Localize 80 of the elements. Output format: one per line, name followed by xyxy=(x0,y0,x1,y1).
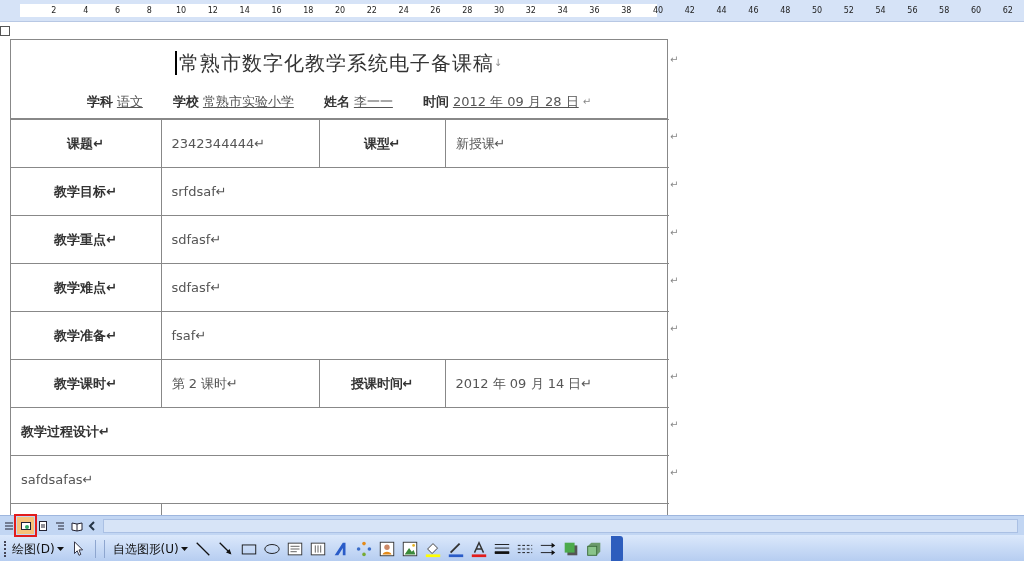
field-value: 2012 年 09 月 28 日 xyxy=(452,93,579,109)
ruler-number: 26 xyxy=(429,5,442,17)
chevron-left-icon xyxy=(88,520,96,531)
ruler-number: 50 xyxy=(810,5,824,17)
view-mode-icon xyxy=(36,519,49,532)
caret-icon xyxy=(56,547,64,551)
table-cell: 课题↵ xyxy=(11,119,161,168)
view-mode-icon xyxy=(19,519,32,532)
field-value: 语文 xyxy=(116,93,143,109)
table-cell: 教学课时↵ xyxy=(11,359,161,408)
ruler-number: 38 xyxy=(620,5,633,17)
table-cell: safdsafas↵ xyxy=(11,455,669,504)
paragraph-mark: ↓ xyxy=(493,56,504,70)
view-mode-icon xyxy=(2,519,15,532)
table-cell: 教学重点↵ xyxy=(11,215,161,264)
field-label: 时间 xyxy=(422,93,449,109)
field-label: 学科 xyxy=(86,93,113,109)
field-value: 常熟市实验小学 xyxy=(202,93,294,109)
paragraph-mark: ↵ xyxy=(670,274,679,288)
ruler-number: 4 xyxy=(82,5,90,17)
caret-icon xyxy=(180,547,188,551)
table-cell: 新授课↵ xyxy=(445,119,669,168)
view-mode-icon xyxy=(53,519,66,532)
text-cursor xyxy=(174,50,177,75)
table-cell: 第 2 课时↵ xyxy=(161,359,319,408)
table-cell: 教学难点↵ xyxy=(11,263,161,312)
ruler-number: 24 xyxy=(397,5,410,17)
table-cell: 教学目标↵ xyxy=(11,167,161,216)
ruler-number: 6 xyxy=(113,5,122,17)
ruler-number: 40 xyxy=(651,5,665,17)
table-cell: 教学准备↵ xyxy=(11,311,161,360)
field-value: 李一一 xyxy=(353,93,393,109)
ruler-number: 60 xyxy=(969,5,983,17)
ruler-number: 62 xyxy=(1001,5,1014,17)
ruler-number: 20 xyxy=(333,5,347,17)
field-label: 学校 xyxy=(172,93,199,109)
paragraph-mark: ↵ xyxy=(670,322,679,336)
document-title: 常熟市数字化教学系统电子备课稿 xyxy=(178,49,494,77)
toolbar-options-button[interactable] xyxy=(610,536,623,561)
ruler-number: 58 xyxy=(938,5,951,17)
ruler-number: 30 xyxy=(492,5,506,17)
ruler-number: 22 xyxy=(365,5,378,17)
ruler-number: 54 xyxy=(874,5,887,17)
table-cell: 课型↵ xyxy=(319,119,445,168)
paragraph-mark: ↵ xyxy=(670,418,679,432)
field-label: 姓名 xyxy=(323,93,350,109)
view-button[interactable] xyxy=(17,517,34,534)
ruler-number: 36 xyxy=(588,5,601,17)
ruler-number: 2 xyxy=(50,5,58,17)
toolbar-grip[interactable] xyxy=(4,541,7,557)
ruler-number: 10 xyxy=(175,5,188,17)
paragraph-mark: ↵ xyxy=(670,53,679,67)
paragraph-mark: ↵ xyxy=(670,178,679,192)
toolbar-menu[interactable]: 绘图(D) xyxy=(9,540,67,558)
ruler-number: 48 xyxy=(779,5,792,17)
toolbar-menu[interactable]: 自选图形(U) xyxy=(109,540,191,558)
paragraph-mark: ↵ xyxy=(670,466,679,480)
table-move-handle-icon[interactable] xyxy=(0,26,10,36)
ruler-number: 8 xyxy=(145,5,153,17)
ruler-number: 46 xyxy=(747,5,760,17)
paragraph-mark: ↵ xyxy=(670,226,679,240)
ruler-number: 34 xyxy=(556,5,569,17)
ruler-number: 28 xyxy=(461,5,474,17)
ruler-number: 18 xyxy=(302,5,315,17)
table-cell: 授课时间↵ xyxy=(319,359,445,408)
table-cell: 2342344444↵ xyxy=(161,119,319,168)
paragraph-mark: ↵ xyxy=(582,95,592,109)
horizontal-scrollbar[interactable] xyxy=(103,518,1018,533)
ruler-number: 32 xyxy=(524,5,537,17)
ruler-number: 56 xyxy=(906,5,919,17)
ruler-number: 52 xyxy=(842,5,855,17)
ruler-number: 14 xyxy=(238,5,251,17)
ruler-number: 12 xyxy=(206,5,219,17)
ruler-number: 42 xyxy=(683,5,696,17)
paragraph-mark: ↵ xyxy=(670,370,679,384)
ruler-number: 44 xyxy=(715,5,728,17)
view-mode-icon xyxy=(70,519,83,532)
ruler-number: 16 xyxy=(270,5,283,17)
paragraph-mark: ↵ xyxy=(670,130,679,144)
table-cell: 教学过程设计↵ xyxy=(11,407,669,456)
